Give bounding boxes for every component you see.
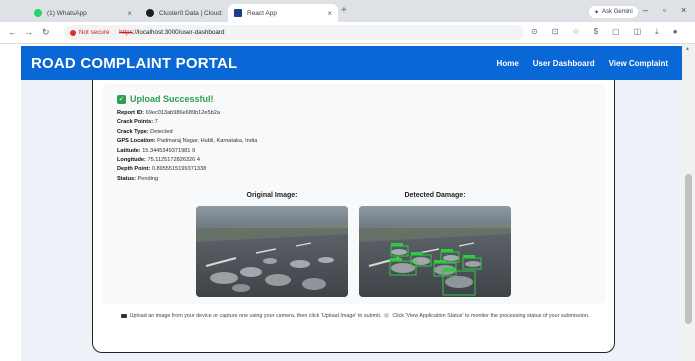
url-scheme: https <box>119 29 133 36</box>
reload-icon[interactable]: ↻ <box>42 27 50 38</box>
instructions-part1: Upload an image from your device or capt… <box>129 313 382 319</box>
nav-user-dashboard[interactable]: User Dashboard <box>533 59 595 68</box>
tab-label: (1) WhatsApp <box>47 9 87 17</box>
nav-home[interactable]: Home <box>497 59 519 68</box>
detail-label: Longitude: <box>117 157 146 164</box>
detail-row: Crack Points: 7 <box>117 118 257 127</box>
detail-row: Crack Type: Detected <box>117 128 257 137</box>
scrollbar[interactable]: ▲ <box>682 44 695 361</box>
detected-damage-label: Detected Damage: <box>404 192 466 199</box>
original-road-image <box>196 206 348 297</box>
nav-links: Home User Dashboard View Complaint <box>497 46 682 80</box>
tab-label: React App <box>247 9 277 17</box>
close-window-icon[interactable]: × <box>681 5 686 15</box>
ask-gemini-label: Ask Gemini <box>602 9 633 15</box>
tab-whatsapp[interactable]: (1) WhatsApp × <box>28 4 138 22</box>
sidebar-icon[interactable]: ◫ <box>634 27 642 37</box>
download-icon[interactable]: ⤓ <box>655 27 659 37</box>
detail-row: Depth Point: 0.8955515199371338 <box>117 165 257 174</box>
react-app-icon <box>234 9 242 17</box>
bookmark-star-icon[interactable]: ☆ <box>572 27 579 37</box>
camera-icon <box>120 313 127 318</box>
new-tab-icon[interactable]: + <box>341 5 347 16</box>
security-indicator[interactable]: Not secure <box>70 29 109 36</box>
detected-damage-image <box>359 206 511 297</box>
latitude-value: 15.3445349371981 9 <box>142 147 196 154</box>
nav-view-complaint[interactable]: View Complaint <box>609 59 668 68</box>
forward-icon[interactable]: → <box>24 27 33 37</box>
crack-type-value: Detected <box>150 128 173 135</box>
upload-success-header: ✓ Upload Successful! <box>117 94 214 104</box>
warning-icon <box>70 29 76 36</box>
browser-toolbar: ← → ↻ Not secure | https ://localhost:30… <box>0 22 695 44</box>
original-image-label: Original Image: <box>246 192 298 199</box>
browser-tab-strip: (1) WhatsApp × Cluster0 Data | Cloud: Mo… <box>0 0 695 22</box>
close-icon[interactable]: × <box>327 9 332 18</box>
crack-points-value: 7 <box>154 119 158 126</box>
maximize-icon[interactable]: ▫ <box>663 5 666 15</box>
gps-location-value: Padmaraj Nagar, Hubli, Karnataka, India <box>157 138 258 145</box>
detail-label: Crack Points: <box>117 119 154 126</box>
longitude-value: 75.1125172826326 4 <box>147 157 200 164</box>
url-path: ://localhost:3000/user-dashboard <box>132 29 225 36</box>
detail-row: GPS Location: Padmaraj Nagar, Hubli, Kar… <box>117 137 257 146</box>
extension-icon[interactable]: $ <box>594 27 598 37</box>
translate-icon[interactable]: ⊡ <box>552 27 559 37</box>
instructions-part2: Click 'View Application Status' to monit… <box>392 313 590 319</box>
check-icon: ✓ <box>117 94 126 104</box>
detail-row: Status: Pending <box>117 175 257 184</box>
location-icon[interactable]: ⊙ <box>531 27 538 37</box>
brand-title[interactable]: ROAD COMPLAINT PORTAL <box>31 55 237 72</box>
mongodb-icon <box>146 9 154 17</box>
close-icon[interactable]: × <box>127 9 132 18</box>
detail-row: Latitude: 15.3445349371981 9 <box>117 147 257 156</box>
profile-avatar-icon[interactable]: ● <box>673 27 678 37</box>
detail-label: Crack Type: <box>117 128 149 135</box>
detail-row: Longitude: 75.1125172826326 4 <box>117 156 257 165</box>
back-icon[interactable]: ← <box>8 27 17 37</box>
upload-result-panel: ✓ Upload Successful! Report ID: 69ec013a… <box>102 84 606 304</box>
scrollbar-thumb[interactable] <box>685 174 692 324</box>
detail-label: Status: <box>117 175 136 182</box>
success-title: Upload Successful! <box>130 94 214 104</box>
tab-react-app[interactable]: React App × <box>228 4 338 22</box>
depth-point-value: 0.8955515199371338 <box>151 166 207 173</box>
detail-row: Report ID: 69ec013ab986e689b12e5b2a <box>117 109 257 118</box>
detail-label: Depth Point: <box>117 166 151 173</box>
not-secure-label: Not secure <box>79 29 110 36</box>
report-id-value: 69ec013ab986e689b12e5b2a <box>145 110 220 116</box>
gemini-icon: ✦ <box>594 9 600 16</box>
detail-label: GPS Location: <box>117 138 156 145</box>
info-icon <box>384 313 390 319</box>
ask-gemini-button[interactable]: ✦ Ask Gemini <box>589 6 638 18</box>
address-bar[interactable]: Not secure | https ://localhost:3000/use… <box>64 25 524 40</box>
minimize-icon[interactable]: – <box>643 5 648 15</box>
toolbar-icons: ⊙ ⊡ ☆ $ ▢ ◫ ⤓ ● ⋮ <box>531 27 695 37</box>
divider: | <box>113 29 116 36</box>
instructions-note: Upload an image from your device or capt… <box>105 312 605 321</box>
tab-mongodb[interactable]: Cluster0 Data | Cloud: MongoD × <box>140 4 240 22</box>
status-value: Pending <box>137 175 159 182</box>
reading-mode-icon[interactable]: ▢ <box>612 27 620 37</box>
report-details: Report ID: 69ec013ab986e689b12e5b2a Crac… <box>117 109 257 184</box>
whatsapp-icon <box>34 9 42 17</box>
detail-label: Latitude: <box>117 147 141 154</box>
menu-icon[interactable]: ⋮ <box>692 27 695 37</box>
app-navbar: ROAD COMPLAINT PORTAL Home User Dashboar… <box>21 46 682 80</box>
tab-label: Cluster0 Data | Cloud: MongoD <box>159 9 225 17</box>
detail-label: Report ID: <box>117 110 145 116</box>
result-card: ✓ Upload Successful! Report ID: 69ec013a… <box>92 80 615 353</box>
scroll-up-icon[interactable]: ▲ <box>685 46 690 52</box>
